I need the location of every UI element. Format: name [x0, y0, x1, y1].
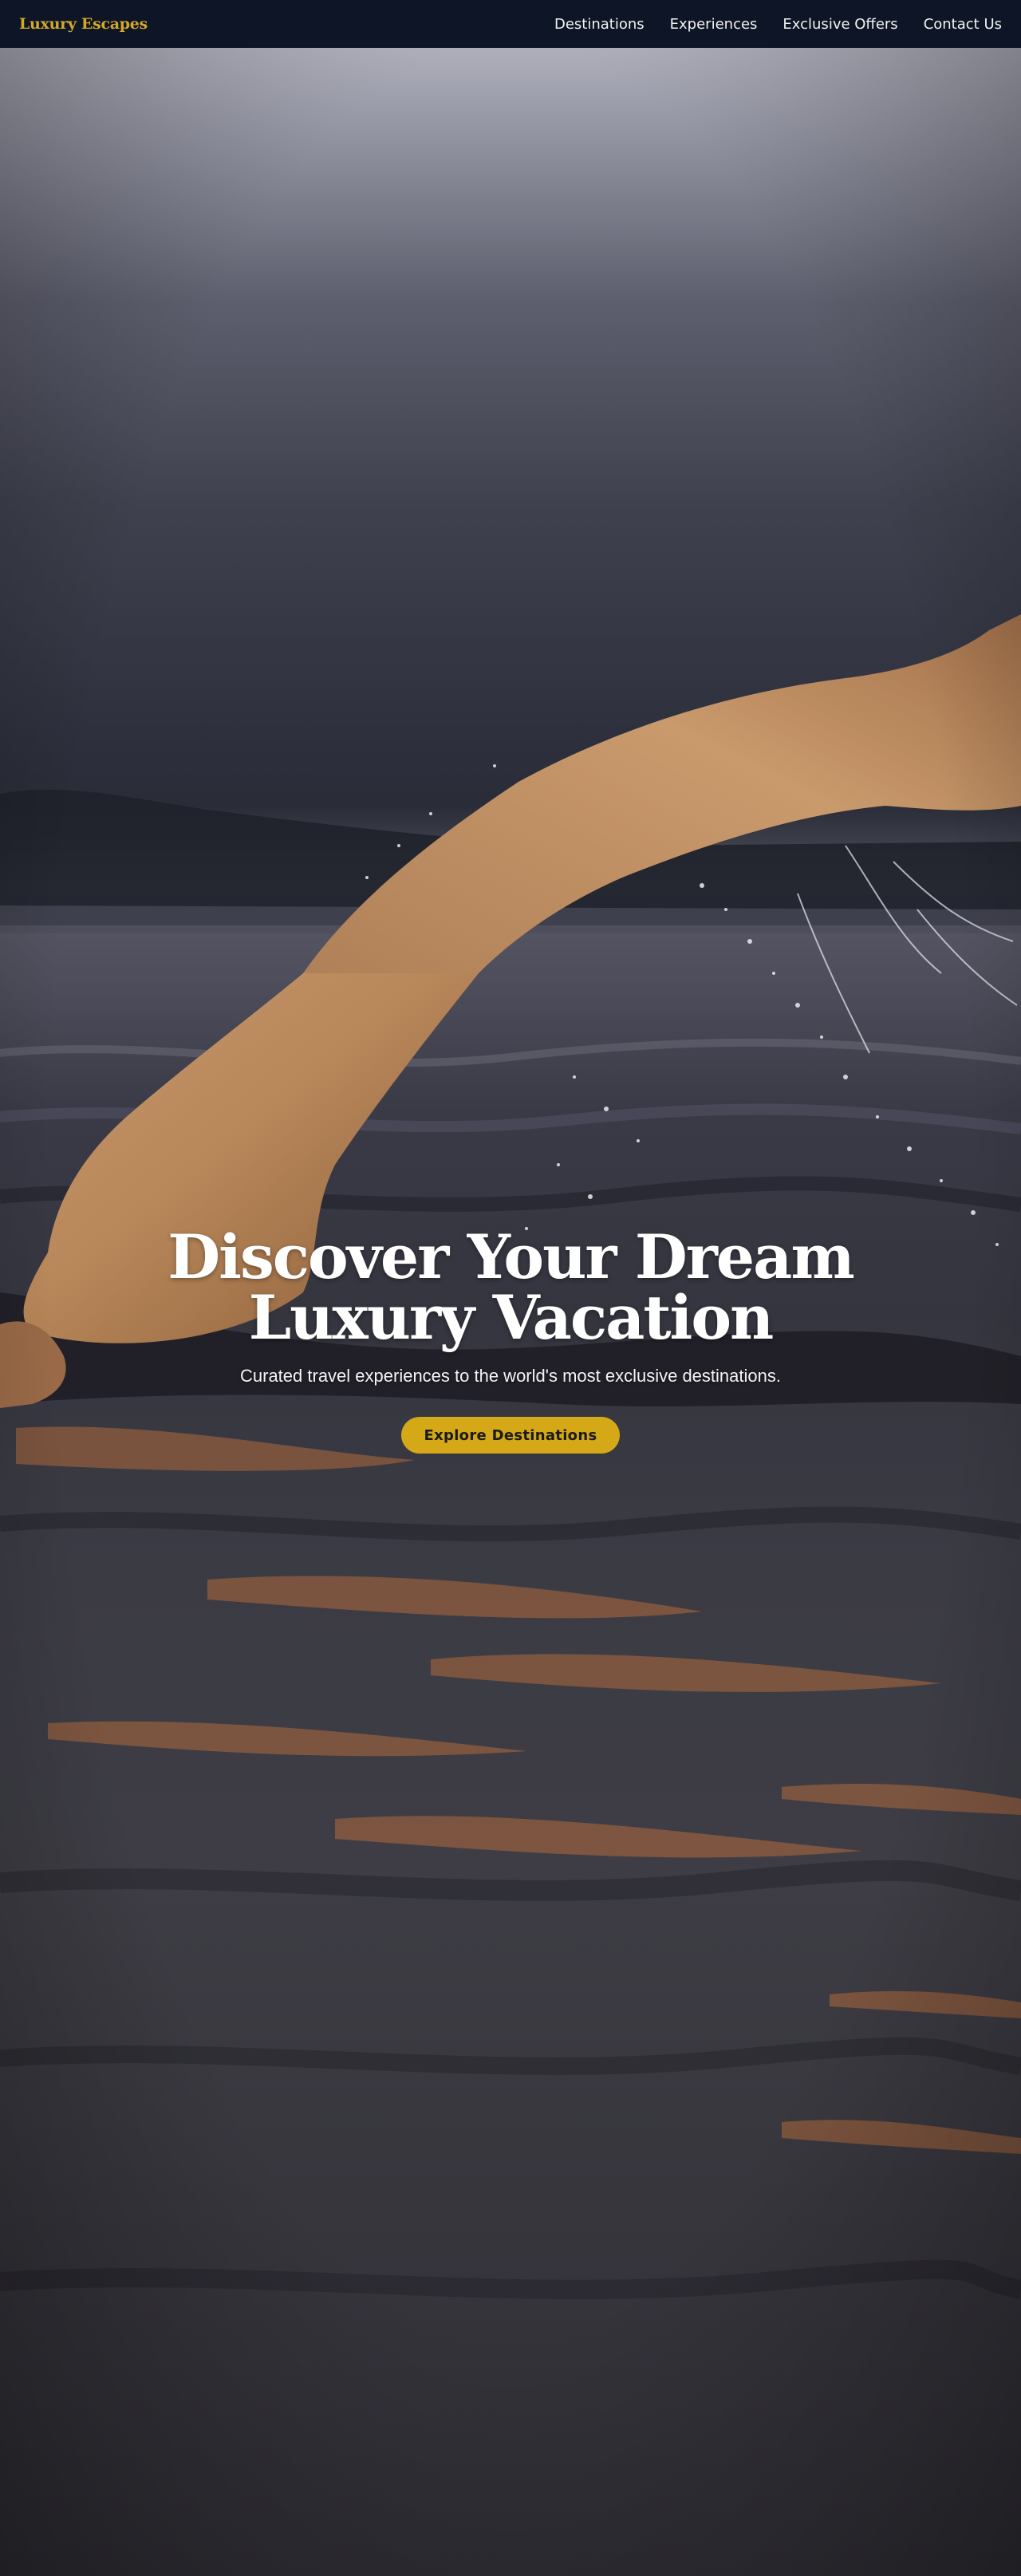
main-nav: Destinations Experiences Exclusive Offer… — [554, 16, 1002, 33]
site-header: Luxury Escapes Destinations Experiences … — [0, 0, 1021, 48]
nav-link-contact-us[interactable]: Contact Us — [924, 16, 1002, 33]
brand-logo[interactable]: Luxury Escapes — [19, 15, 148, 33]
explore-destinations-button[interactable]: Explore Destinations — [401, 1417, 620, 1454]
nav-link-destinations[interactable]: Destinations — [554, 16, 645, 33]
hero-subtitle: Curated travel experiences to the world'… — [240, 1366, 781, 1386]
nav-link-exclusive-offers[interactable]: Exclusive Offers — [783, 16, 897, 33]
hero-section: Discover Your Dream Luxury Vacation Cura… — [0, 48, 1021, 2576]
hero-title: Discover Your Dream Luxury Vacation — [168, 1221, 855, 1353]
nav-link-experiences[interactable]: Experiences — [670, 16, 758, 33]
hero-content: Discover Your Dream Luxury Vacation Cura… — [0, 1227, 1021, 1454]
